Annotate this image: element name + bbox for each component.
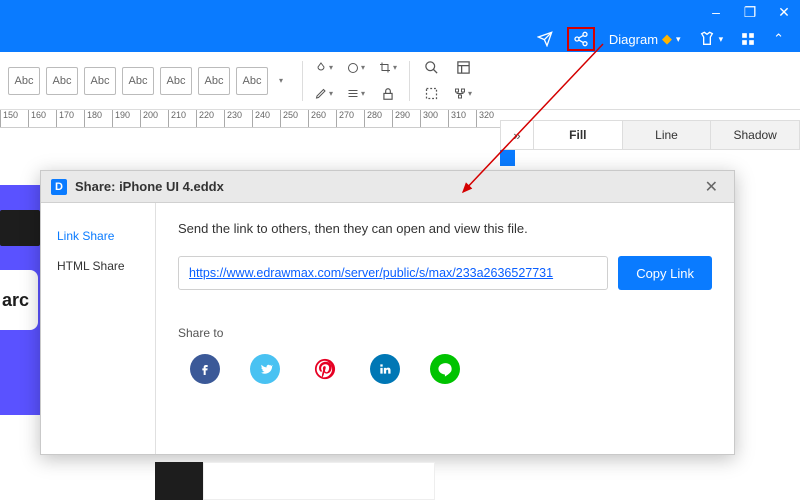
tab-line[interactable]: Line bbox=[623, 120, 712, 150]
lock-icon[interactable] bbox=[379, 85, 397, 103]
nodes-icon[interactable]: ▾ bbox=[454, 85, 472, 103]
dialog-message: Send the link to others, then they can o… bbox=[178, 221, 712, 236]
ruler-tick: 220 bbox=[196, 110, 214, 127]
pencil-icon[interactable]: ▾ bbox=[315, 85, 333, 103]
share-icon[interactable] bbox=[567, 27, 595, 51]
ruler-tick: 150 bbox=[0, 110, 18, 127]
ruler-tick: 160 bbox=[28, 110, 46, 127]
ruler-tick: 310 bbox=[448, 110, 466, 127]
dialog-title: Share: iPhone UI 4.eddx bbox=[75, 179, 224, 194]
ruler-tick: 260 bbox=[308, 110, 326, 127]
window-titlebar: – ❐ ✕ bbox=[0, 0, 800, 26]
ruler-tick: 250 bbox=[280, 110, 298, 127]
chevron-up-icon[interactable]: ⌃ bbox=[769, 29, 788, 49]
copy-link-button[interactable]: Copy Link bbox=[618, 256, 712, 290]
style-preset-6[interactable]: Abc bbox=[236, 67, 268, 95]
style-presets: AbcAbcAbcAbcAbcAbcAbc bbox=[8, 67, 268, 95]
properties-panel-tabs: » Fill Line Shadow bbox=[500, 120, 800, 150]
canvas-shape-text: arc bbox=[0, 270, 38, 330]
toolbar-separator bbox=[409, 61, 410, 101]
search-icon[interactable] bbox=[422, 59, 440, 77]
diagram-label: Diagram bbox=[609, 32, 658, 47]
ruler-tick: 170 bbox=[56, 110, 74, 127]
style-preset-0[interactable]: Abc bbox=[8, 67, 40, 95]
app-logo-icon: D bbox=[51, 179, 67, 195]
dialog-titlebar: D Share: iPhone UI 4.eddx ✕ bbox=[41, 171, 734, 203]
facebook-icon[interactable] bbox=[190, 354, 220, 384]
more-icon[interactable]: ▾ bbox=[272, 72, 290, 90]
layout-icon[interactable] bbox=[454, 59, 472, 77]
ruler-tick: 210 bbox=[168, 110, 186, 127]
ruler-tick: 200 bbox=[140, 110, 158, 127]
ruler-tick: 290 bbox=[392, 110, 410, 127]
dialog-sidebar: Link Share HTML Share bbox=[41, 203, 156, 454]
share-dialog: D Share: iPhone UI 4.eddx ✕ Link Share H… bbox=[40, 170, 735, 455]
style-preset-3[interactable]: Abc bbox=[122, 67, 154, 95]
toolbar-separator bbox=[302, 61, 303, 101]
fill-color-swatch[interactable] bbox=[499, 150, 515, 166]
selection-icon[interactable] bbox=[422, 85, 440, 103]
style-preset-4[interactable]: Abc bbox=[160, 67, 192, 95]
ruler-tick: 270 bbox=[336, 110, 354, 127]
shirt-icon[interactable]: ▾ bbox=[695, 29, 728, 49]
app-menubar: Diagram ◆ ▾ ▾ ⌃ bbox=[0, 26, 800, 52]
tab-fill[interactable]: Fill bbox=[534, 120, 623, 150]
ruler-tick: 320 bbox=[476, 110, 494, 127]
ruler-tick: 240 bbox=[252, 110, 270, 127]
style-preset-5[interactable]: Abc bbox=[198, 67, 230, 95]
social-icons-row bbox=[178, 354, 712, 384]
style-preset-1[interactable]: Abc bbox=[46, 67, 78, 95]
horizontal-ruler: 150 160 170 180 190 200 210 220 230 240 250 260 270 2… bbox=[0, 110, 500, 128]
share-url-field[interactable]: https://www.edrawmax.com/server/public/s… bbox=[178, 256, 608, 290]
ruler-tick: 180 bbox=[84, 110, 102, 127]
style-preset-2[interactable]: Abc bbox=[84, 67, 116, 95]
circle-icon[interactable]: ▾ bbox=[347, 59, 365, 77]
canvas-shape bbox=[0, 210, 40, 246]
dialog-content: Send the link to others, then they can o… bbox=[156, 203, 734, 454]
linkedin-icon[interactable] bbox=[370, 354, 400, 384]
send-icon[interactable] bbox=[533, 29, 557, 49]
paint-drop-icon[interactable]: ▾ bbox=[315, 59, 333, 77]
share-to-label: Share to bbox=[178, 326, 712, 340]
line-icon[interactable] bbox=[430, 354, 460, 384]
pinterest-icon[interactable] bbox=[310, 354, 340, 384]
lines-icon[interactable]: ▾ bbox=[347, 85, 365, 103]
ruler-tick: 280 bbox=[364, 110, 382, 127]
window-close-button[interactable]: ✕ bbox=[776, 4, 792, 20]
tab-shadow[interactable]: Shadow bbox=[711, 120, 800, 150]
canvas-shape bbox=[155, 462, 435, 500]
window-maximize-button[interactable]: ❐ bbox=[742, 4, 758, 20]
expand-panel-icon[interactable]: » bbox=[500, 120, 534, 150]
sidebar-item-html-share[interactable]: HTML Share bbox=[41, 251, 155, 281]
apps-icon[interactable] bbox=[737, 30, 759, 48]
diagram-menu[interactable]: Diagram ◆ ▾ bbox=[605, 29, 685, 49]
dialog-close-button[interactable]: ✕ bbox=[699, 175, 724, 199]
window-minimize-button[interactable]: – bbox=[708, 4, 724, 20]
format-toolbar: AbcAbcAbcAbcAbcAbcAbc ▾ ▾ ▾ ▾ ▾ ▾ ▾ bbox=[0, 52, 800, 110]
twitter-icon[interactable] bbox=[250, 354, 280, 384]
ruler-tick: 190 bbox=[112, 110, 130, 127]
diamond-icon: ◆ bbox=[662, 31, 672, 47]
crop-icon[interactable]: ▾ bbox=[379, 59, 397, 77]
ruler-tick: 230 bbox=[224, 110, 242, 127]
ruler-tick: 300 bbox=[420, 110, 438, 127]
sidebar-item-link-share[interactable]: Link Share bbox=[41, 221, 155, 251]
